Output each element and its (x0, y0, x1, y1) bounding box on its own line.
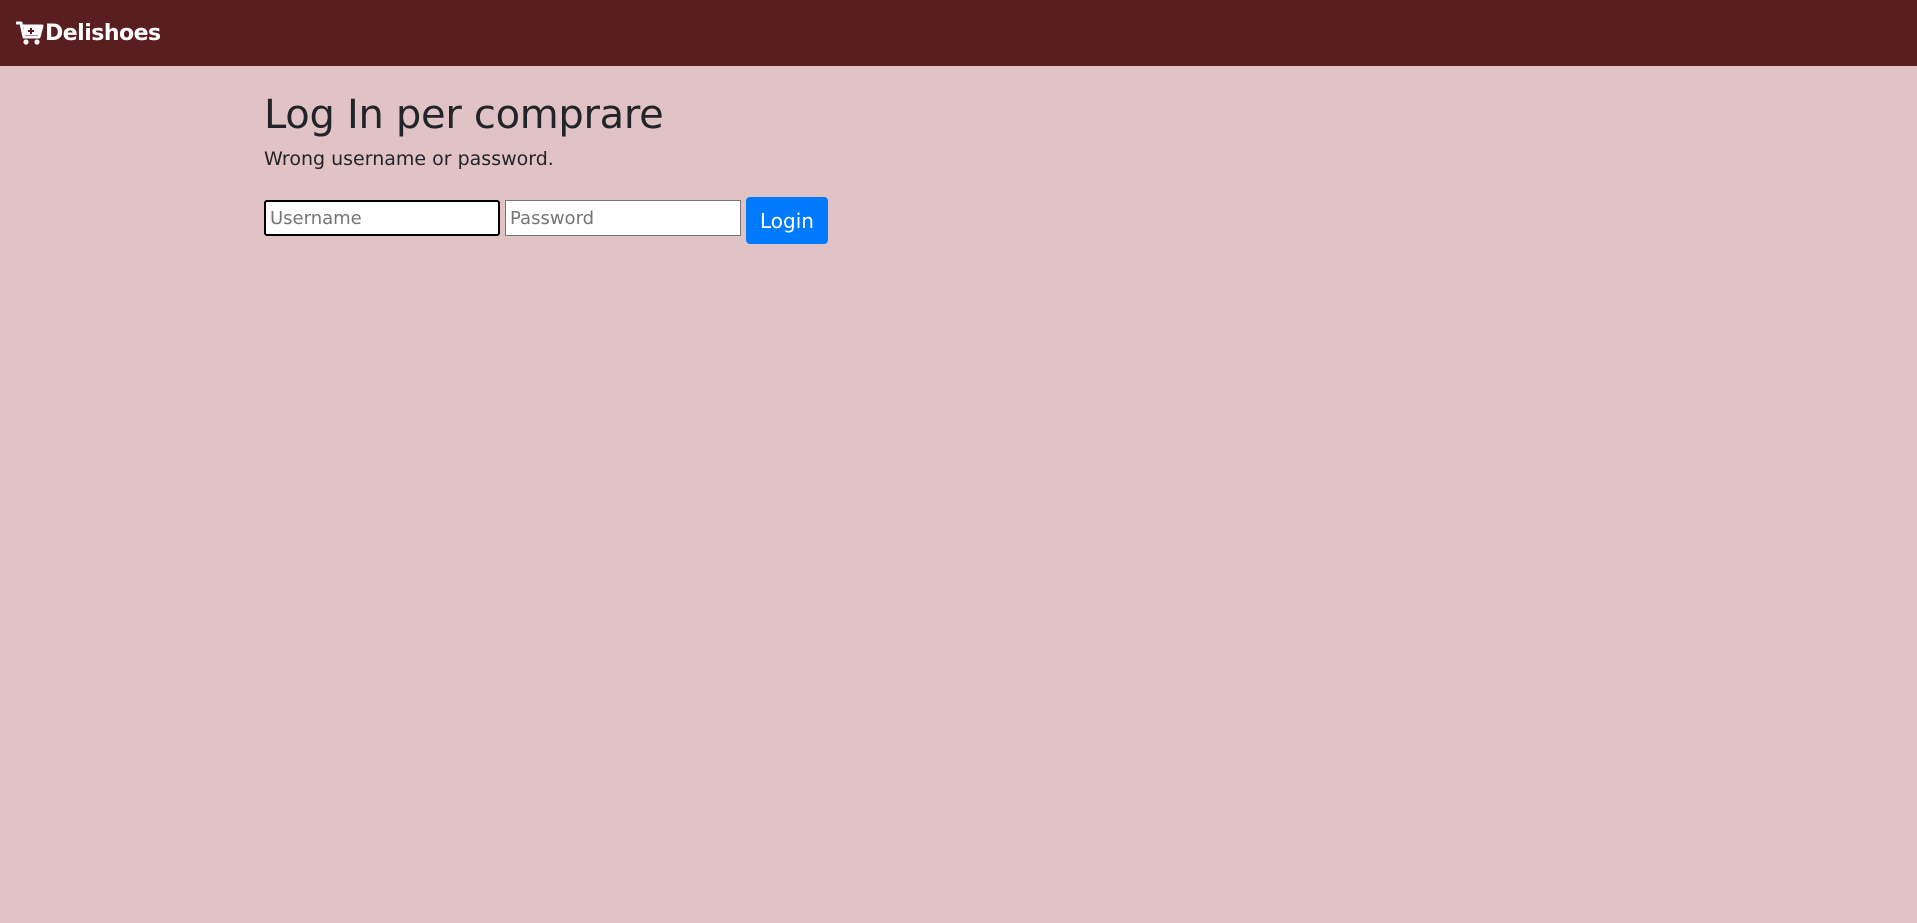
login-section: Log In per comprare Wrong username or pa… (264, 92, 1264, 244)
brand-label: Delishoes (45, 20, 161, 46)
page-title: Log In per comprare (264, 92, 664, 138)
username-input[interactable] (264, 200, 500, 236)
login-button[interactable]: Login (746, 197, 828, 244)
password-input[interactable] (505, 200, 741, 236)
login-form: Login (264, 197, 1064, 244)
shopping-cart-icon (15, 20, 44, 46)
brand-link[interactable]: Delishoes (15, 20, 161, 46)
top-navbar: Delishoes (0, 0, 1917, 66)
login-error-message: Wrong username or password. (264, 148, 554, 170)
